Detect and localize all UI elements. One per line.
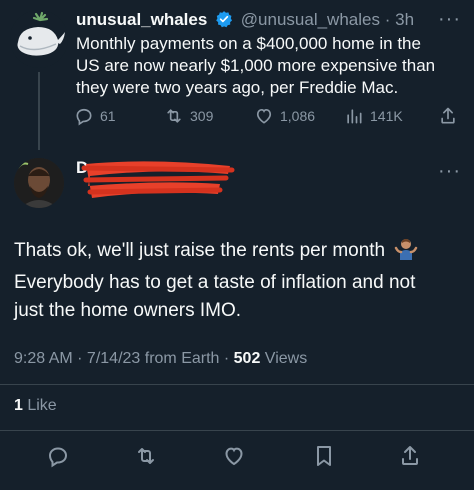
action-like-button[interactable] <box>222 444 246 473</box>
action-bookmark-button[interactable] <box>312 444 336 473</box>
reply-timestamp-row: 9:28 AM · 7/14/23 from Earth · 502 Views <box>14 350 307 368</box>
reply-metric[interactable]: 61 <box>74 106 116 126</box>
reply-count: 61 <box>100 108 116 124</box>
thread-connector-line <box>38 72 40 150</box>
divider-bottom <box>0 430 474 431</box>
heart-icon <box>225 447 243 466</box>
reply-tweet-text: Thats ok, we'll just raise the rents per… <box>14 236 464 325</box>
divider-top <box>0 384 474 385</box>
original-tweet-text: Monthly payments on a $400,000 home in t… <box>76 33 466 99</box>
views-metric[interactable]: 141K <box>344 106 403 126</box>
reply-views-label: Views <box>260 350 308 367</box>
original-avatar[interactable] <box>10 10 68 68</box>
reply-likes-row[interactable]: 1 Like <box>14 397 57 415</box>
reply-text-line: Thats ok, we'll just raise the rents per… <box>14 236 464 269</box>
tweet-text-line: Monthly payments on a $400,000 home in t… <box>76 34 421 53</box>
like-count: 1,086 <box>280 108 316 124</box>
heart-icon <box>256 108 272 124</box>
reply-likes-count: 1 <box>14 397 23 414</box>
redaction-scribble <box>80 156 235 202</box>
original-tweet-header: unusual_whales @unusual_whales · 3h <box>76 10 414 33</box>
more-options-icon[interactable]: ··· <box>438 8 461 31</box>
profile-photo-icon <box>14 158 64 208</box>
reply-more-options-icon[interactable]: ··· <box>438 160 461 183</box>
action-retweet-button[interactable] <box>134 444 158 473</box>
tweet-text-line: US are now nearly $1,000 more expensive … <box>76 56 436 75</box>
header-separator: · <box>384 10 391 29</box>
reply-text-line: just the home owners IMO. <box>14 300 242 321</box>
reply-views-count: 502 <box>233 350 261 367</box>
verified-badge-icon <box>215 10 233 33</box>
share-metric[interactable] <box>438 106 458 131</box>
reply-likes-label: Like <box>22 397 57 414</box>
retweet-icon <box>138 448 154 464</box>
tweet-text-line: they were two years ago, per Freddie Mac… <box>76 78 399 97</box>
reply-text-line: Everybody has to get a taste of inflatio… <box>14 272 416 293</box>
reply-avatar[interactable] <box>14 158 64 208</box>
share-icon <box>402 446 418 465</box>
like-metric[interactable]: 1,086 <box>254 106 315 126</box>
person-shrugging-emoji-icon <box>394 236 418 269</box>
action-share-button[interactable] <box>398 444 422 473</box>
reply-icon <box>76 108 92 126</box>
views-count: 141K <box>370 108 403 124</box>
reply-timestamp[interactable]: 9:28 AM · 7/14/23 from Earth · <box>14 350 234 367</box>
action-reply-button[interactable] <box>46 444 70 473</box>
bookmark-icon <box>317 446 331 466</box>
retweet-count: 309 <box>190 108 214 124</box>
retweet-icon <box>167 109 181 123</box>
retweet-metric[interactable]: 309 <box>164 106 213 126</box>
whale-logo-icon <box>10 10 68 68</box>
reply-icon <box>48 447 68 468</box>
tweet-time[interactable]: 3h <box>395 10 414 29</box>
share-icon <box>441 107 455 124</box>
author-handle[interactable]: @unusual_whales <box>241 10 380 29</box>
analytics-icon <box>347 109 362 124</box>
author-display-name[interactable]: unusual_whales <box>76 10 207 29</box>
